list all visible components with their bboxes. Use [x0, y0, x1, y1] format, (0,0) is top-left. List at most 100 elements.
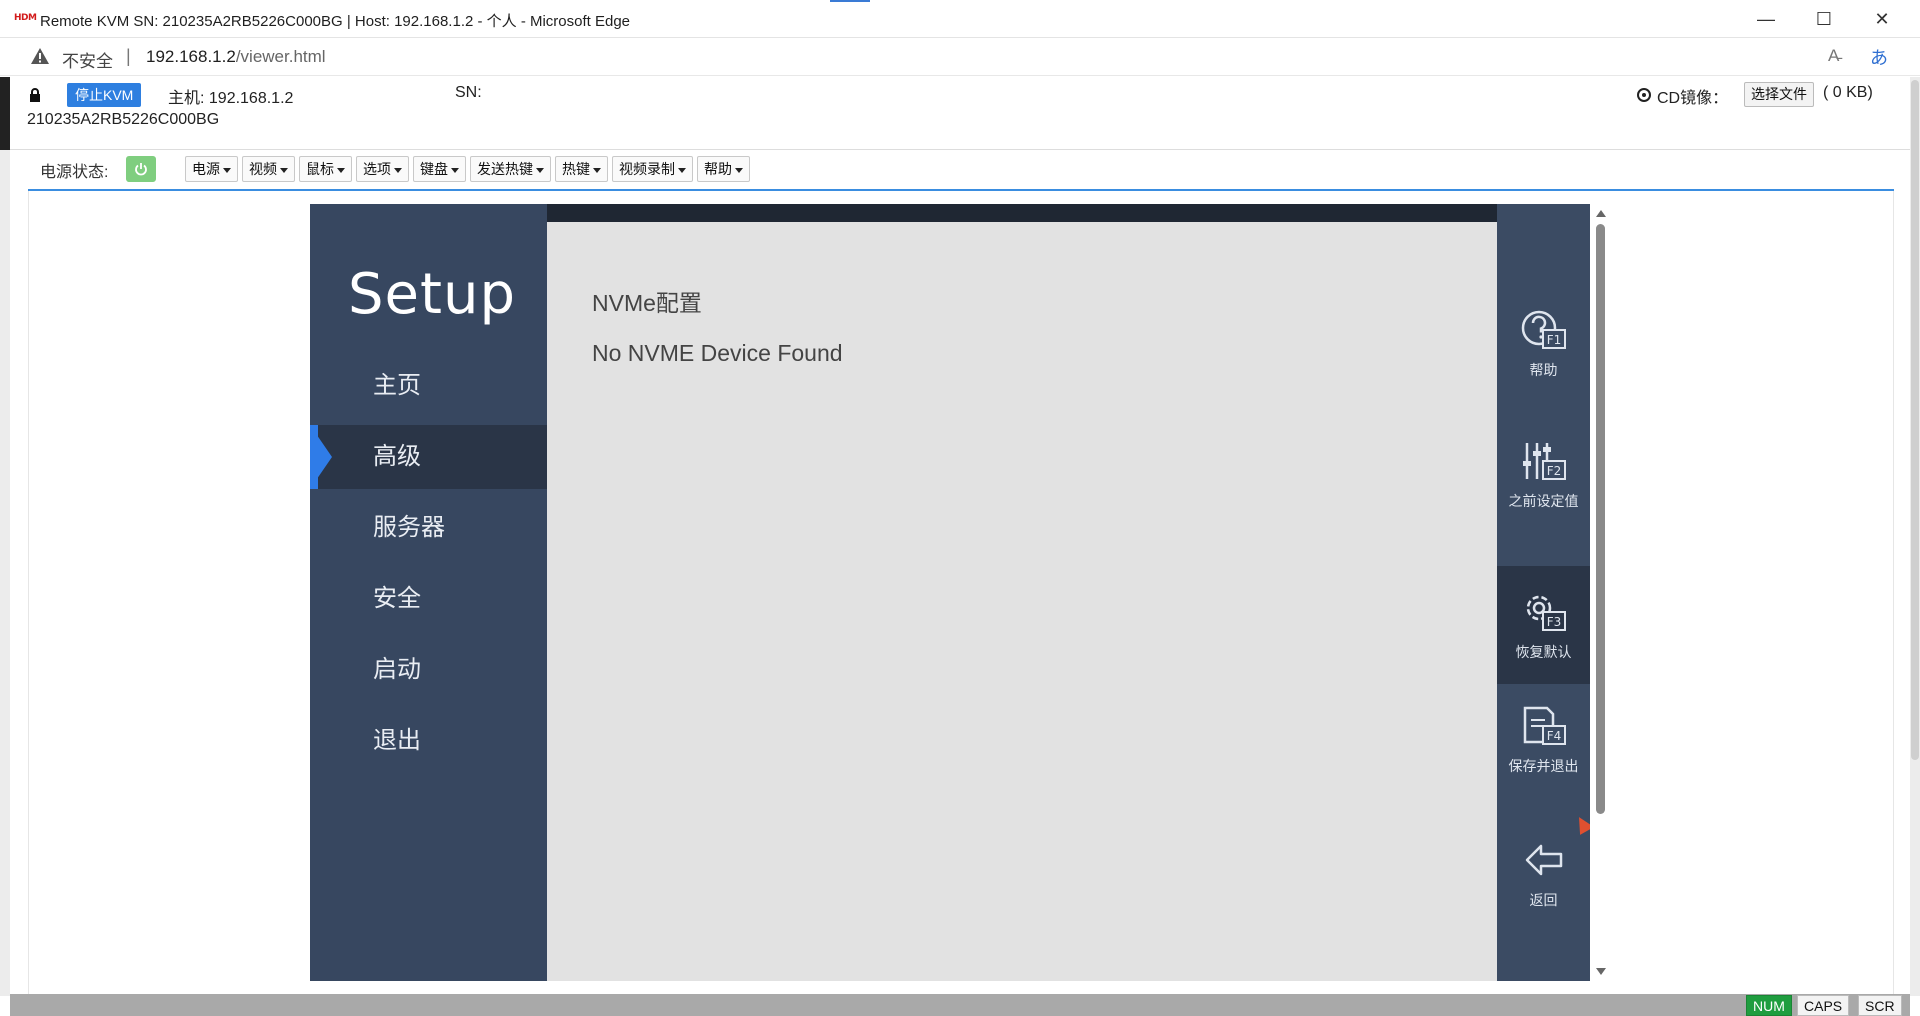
header-divider	[10, 149, 1910, 150]
chevron-down-icon	[223, 167, 231, 173]
menu-keyboard[interactable]: 键盘	[413, 156, 466, 182]
sn-label: SN:	[455, 84, 482, 101]
save-icon: F4	[1523, 706, 1566, 745]
url-path: /viewer.html	[235, 47, 326, 66]
warning-icon[interactable]	[30, 47, 50, 65]
f4-label: 保存并退出	[1508, 758, 1579, 774]
menu-label: 帮助	[704, 161, 732, 177]
chevron-down-icon	[593, 167, 601, 173]
menu-video-record[interactable]: 视频录制	[612, 156, 693, 182]
bios-nav-security[interactable]: 安全	[310, 567, 547, 631]
chevron-down-icon	[337, 167, 345, 173]
chevron-down-icon	[451, 167, 459, 173]
window-title: Remote KVM SN: 210235A2RB5226C000BG | Ho…	[40, 13, 631, 30]
cd-icon	[1637, 88, 1651, 102]
app-icon: HDM	[14, 13, 37, 23]
menu-options[interactable]: 选项	[356, 156, 409, 182]
power-status-button[interactable]	[126, 156, 156, 182]
tab-accent	[830, 0, 870, 2]
section-title: NVMe配置	[592, 290, 702, 316]
num-lock-indicator: NUM	[1746, 995, 1792, 1016]
chevron-down-icon	[394, 167, 402, 173]
menu-video[interactable]: 视频	[242, 156, 295, 182]
bios-screen[interactable]: Setup 主页 高级 服务器 安全 启动 退出 NVMe配置 No NVME …	[310, 204, 1590, 981]
back-arrow-icon	[1525, 844, 1562, 876]
choose-file-button[interactable]: 选择文件	[1744, 82, 1814, 107]
f4-save-exit-button[interactable]: F4 保存并退出	[1497, 680, 1590, 798]
power-status-label: 电源状态:	[40, 164, 109, 181]
f2-key-text: F2	[1546, 464, 1561, 478]
left-edge	[0, 77, 10, 150]
back-label: 返回	[1529, 892, 1558, 908]
security-label[interactable]: 不安全	[62, 47, 113, 72]
window-titlebar: HDM Remote KVM SN: 210235A2RB5226C000BG …	[0, 0, 1920, 38]
menu-hotkey[interactable]: 热键	[555, 156, 608, 182]
page-scrollbar[interactable]	[1911, 80, 1919, 760]
f2-label: 之前设定值	[1508, 493, 1579, 509]
translate-icon[interactable]: あ	[1870, 44, 1888, 70]
close-button[interactable]: ✕	[1854, 0, 1910, 38]
bios-nav-advanced[interactable]: 高级	[310, 425, 547, 489]
menu-label: 视频录制	[619, 161, 675, 177]
cd-size: ( 0 KB)	[1823, 84, 1873, 101]
cd-image-label: CD镜像：	[1657, 90, 1729, 107]
scroll-up-icon[interactable]	[1596, 210, 1606, 217]
bios-nav-boot[interactable]: 启动	[310, 638, 547, 702]
back-button[interactable]: 返回	[1497, 814, 1590, 932]
menu-label: 发送热键	[477, 161, 533, 177]
power-icon	[135, 163, 147, 176]
chevron-down-icon	[678, 167, 686, 173]
f4-key-text: F4	[1546, 729, 1561, 743]
menu-label: 键盘	[420, 161, 448, 177]
maximize-button[interactable]: ☐	[1796, 0, 1852, 38]
menu-label: 鼠标	[306, 161, 334, 177]
bios-content: NVMe配置 No NVME Device Found	[547, 204, 1497, 981]
scroll-down-icon[interactable]	[1596, 968, 1606, 975]
stop-kvm-button[interactable]: 停止KVM	[67, 83, 142, 107]
sn-value: 210235A2RB5226C000BG	[27, 111, 220, 128]
menu-label: 热键	[562, 161, 590, 177]
chevron-down-icon	[280, 167, 288, 173]
bios-content-topbar	[547, 204, 1497, 222]
chevron-down-icon	[735, 167, 743, 173]
caps-lock-indicator: CAPS	[1797, 995, 1850, 1016]
f3-restore-defaults-button[interactable]: F3 恢复默认	[1497, 566, 1590, 684]
menu-label: 电源	[192, 161, 220, 177]
f2-previous-values-button[interactable]: F2 之前设定值	[1497, 415, 1590, 533]
nvme-message: No NVME Device Found	[592, 340, 843, 366]
bios-nav-server[interactable]: 服务器	[310, 496, 547, 560]
f3-label: 恢复默认	[1515, 644, 1572, 660]
menu-mouse[interactable]: 鼠标	[299, 156, 352, 182]
status-bar	[10, 994, 1910, 1016]
sliders-icon: F2	[1522, 443, 1566, 480]
minimize-button[interactable]: —	[1738, 0, 1794, 38]
address-bar: 不安全 | 192.168.1.2/viewer.html A̵ あ	[0, 38, 1920, 76]
bios-title: Setup	[348, 262, 516, 327]
scroll-thumb[interactable]	[1596, 224, 1605, 814]
url-field[interactable]: 192.168.1.2/viewer.html	[146, 47, 326, 67]
f3-key-text: F3	[1546, 615, 1561, 629]
lock-icon	[30, 88, 40, 102]
menu-label: 视频	[249, 161, 277, 177]
bios-nav-home[interactable]: 主页	[310, 354, 547, 418]
menu-label: 选项	[363, 161, 391, 177]
left-strip	[0, 150, 10, 996]
menu-power[interactable]: 电源	[185, 156, 238, 182]
menu-send-hotkey[interactable]: 发送热键	[470, 156, 551, 182]
address-separator: |	[126, 46, 131, 66]
bios-nav: 主页 高级 服务器 安全 启动 退出	[310, 354, 547, 780]
chevron-down-icon	[536, 167, 544, 173]
read-aloud-icon[interactable]: A̵	[1828, 46, 1839, 66]
bios-nav-exit[interactable]: 退出	[310, 709, 547, 773]
f1-help-button[interactable]: F1 帮助	[1497, 284, 1590, 402]
scroll-lock-indicator: SCR	[1858, 995, 1902, 1016]
bios-sidebar: Setup 主页 高级 服务器 安全 启动 退出	[310, 204, 547, 981]
f1-key-text: F1	[1546, 333, 1561, 347]
help-icon: F1	[1521, 310, 1566, 349]
url-host: 192.168.1.2	[146, 47, 236, 66]
viewer-scrollbar[interactable]	[1592, 204, 1608, 981]
menu-bar: 电源 视频 鼠标 选项 键盘 发送热键 热键 视频录制 帮助	[185, 156, 750, 182]
f1-label: 帮助	[1529, 362, 1558, 378]
gear-icon: F3	[1526, 595, 1566, 631]
menu-help[interactable]: 帮助	[697, 156, 750, 182]
